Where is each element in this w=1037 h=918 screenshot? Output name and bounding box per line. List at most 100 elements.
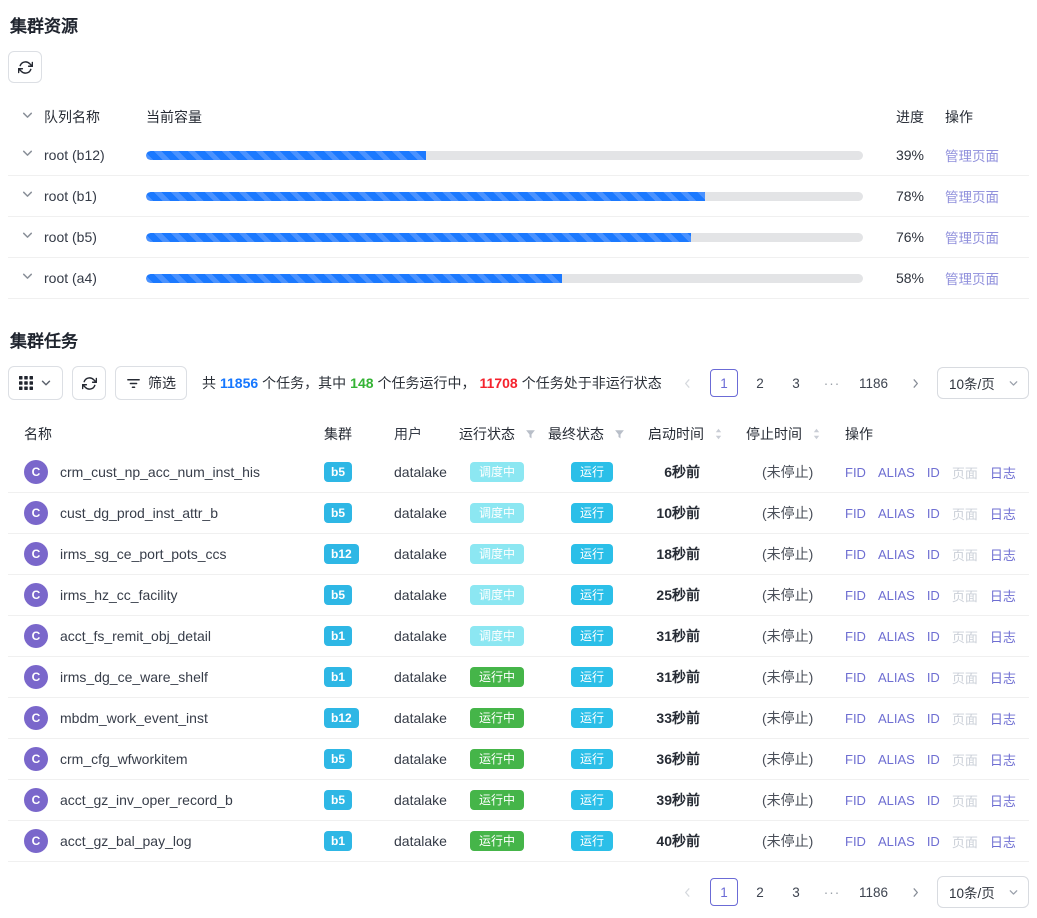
run-status-badge: 运行中 <box>470 749 524 769</box>
sort-icon[interactable] <box>714 427 723 441</box>
filter-funnel-icon[interactable] <box>614 429 625 440</box>
log-link[interactable]: 日志 <box>990 504 1016 523</box>
filter-funnel-icon[interactable] <box>525 429 536 440</box>
alias-link[interactable]: ALIAS <box>878 465 915 480</box>
fid-link[interactable]: FID <box>845 506 866 521</box>
alias-link[interactable]: ALIAS <box>878 834 915 849</box>
page-size-select[interactable]: 10条/页 <box>937 876 1029 908</box>
start-time: 10秒前 <box>648 503 746 523</box>
layout-grid-button[interactable] <box>8 366 63 400</box>
page-button-3[interactable]: 3 <box>782 369 810 397</box>
task-name: irms_sg_ce_port_pots_ccs <box>60 546 227 562</box>
log-link[interactable]: 日志 <box>990 586 1016 605</box>
expand-row-control[interactable] <box>8 270 44 286</box>
log-link[interactable]: 日志 <box>990 791 1016 810</box>
fid-link[interactable]: FID <box>845 629 866 644</box>
page-button-2[interactable]: 2 <box>746 369 774 397</box>
fid-link[interactable]: FID <box>845 670 866 685</box>
alias-link[interactable]: ALIAS <box>878 547 915 562</box>
table-row: root (a4) 58% 管理页面 <box>8 258 1029 299</box>
alias-link[interactable]: ALIAS <box>878 629 915 644</box>
id-link[interactable]: ID <box>927 465 940 480</box>
task-summary-text: 共11856个任务，其中148个任务运行中，11708个任务处于非运行状态 <box>202 373 662 393</box>
prev-page-button[interactable] <box>674 878 702 906</box>
capacity-progress-bar <box>146 192 863 201</box>
expand-row-control[interactable] <box>8 188 44 204</box>
sort-icon[interactable] <box>812 427 821 441</box>
id-link[interactable]: ID <box>927 670 940 685</box>
cluster-badge: b1 <box>324 626 352 646</box>
run-status-badge: 运行中 <box>470 708 524 728</box>
expand-row-control[interactable] <box>8 147 44 163</box>
cluster-badge: b5 <box>324 790 352 810</box>
filter-button[interactable]: 筛选 <box>115 366 187 400</box>
fid-link[interactable]: FID <box>845 711 866 726</box>
tasks-table-header: 名称 集群 用户 运行状态 最终状态 启动时间 <box>8 416 1029 452</box>
task-name: acct_fs_remit_obj_detail <box>60 628 211 644</box>
start-time: 39秒前 <box>648 790 746 810</box>
page-button-last[interactable]: 1186 <box>854 878 893 906</box>
fid-link[interactable]: FID <box>845 793 866 808</box>
table-row: root (b1) 78% 管理页面 <box>8 176 1029 217</box>
fid-link[interactable]: FID <box>845 547 866 562</box>
log-link[interactable]: 日志 <box>990 627 1016 646</box>
alias-link[interactable]: ALIAS <box>878 711 915 726</box>
page-button-2[interactable]: 2 <box>746 878 774 906</box>
id-link[interactable]: ID <box>927 547 940 562</box>
id-link[interactable]: ID <box>927 752 940 767</box>
log-link[interactable]: 日志 <box>990 463 1016 482</box>
log-link[interactable]: 日志 <box>990 750 1016 769</box>
prev-page-button[interactable] <box>674 369 702 397</box>
cluster-badge: b12 <box>324 708 359 728</box>
log-link[interactable]: 日志 <box>990 545 1016 564</box>
id-link[interactable]: ID <box>927 711 940 726</box>
id-link[interactable]: ID <box>927 834 940 849</box>
alias-link[interactable]: ALIAS <box>878 670 915 685</box>
manage-page-link[interactable]: 管理页面 <box>945 231 999 246</box>
log-link[interactable]: 日志 <box>990 709 1016 728</box>
start-time: 31秒前 <box>648 626 746 646</box>
task-user: datalake <box>394 710 459 726</box>
alias-link[interactable]: ALIAS <box>878 588 915 603</box>
id-link[interactable]: ID <box>927 588 940 603</box>
collapse-all-control[interactable] <box>8 109 44 125</box>
capacity-progress-bar <box>146 151 863 160</box>
task-name: irms_dg_ce_ware_shelf <box>60 669 208 685</box>
next-page-button[interactable] <box>901 878 929 906</box>
manage-page-link[interactable]: 管理页面 <box>945 190 999 205</box>
alias-link[interactable]: ALIAS <box>878 506 915 521</box>
page-button-last[interactable]: 1186 <box>854 369 893 397</box>
fid-link[interactable]: FID <box>845 465 866 480</box>
cluster-badge: b5 <box>324 462 352 482</box>
manage-page-link[interactable]: 管理页面 <box>945 272 999 287</box>
fid-link[interactable]: FID <box>845 752 866 767</box>
table-row: Cirms_dg_ce_ware_shelf b1 datalake 运行中 运… <box>8 657 1029 698</box>
fid-link[interactable]: FID <box>845 588 866 603</box>
page-button-1[interactable]: 1 <box>710 369 738 397</box>
manage-page-link[interactable]: 管理页面 <box>945 149 999 164</box>
pagination-ellipsis[interactable]: ··· <box>818 369 846 397</box>
refresh-icon <box>18 60 33 75</box>
queue-name: root (b1) <box>44 188 146 204</box>
fid-link[interactable]: FID <box>845 834 866 849</box>
tasks-refresh-button[interactable] <box>72 366 106 400</box>
page-button-3[interactable]: 3 <box>782 878 810 906</box>
id-link[interactable]: ID <box>927 793 940 808</box>
run-status-badge: 调度中 <box>470 462 524 482</box>
id-link[interactable]: ID <box>927 629 940 644</box>
log-link[interactable]: 日志 <box>990 668 1016 687</box>
alias-link[interactable]: ALIAS <box>878 752 915 767</box>
column-header-run-status: 运行状态 <box>459 424 515 444</box>
page-button-1[interactable]: 1 <box>710 878 738 906</box>
page-link: 页面 <box>952 791 978 810</box>
page-size-select[interactable]: 10条/页 <box>937 367 1029 399</box>
task-user: datalake <box>394 792 459 808</box>
resources-refresh-button[interactable] <box>8 51 42 83</box>
alias-link[interactable]: ALIAS <box>878 793 915 808</box>
page-size-value: 10条/页 <box>949 882 995 902</box>
id-link[interactable]: ID <box>927 506 940 521</box>
pagination-ellipsis[interactable]: ··· <box>818 878 846 906</box>
next-page-button[interactable] <box>901 369 929 397</box>
log-link[interactable]: 日志 <box>990 832 1016 851</box>
expand-row-control[interactable] <box>8 229 44 245</box>
